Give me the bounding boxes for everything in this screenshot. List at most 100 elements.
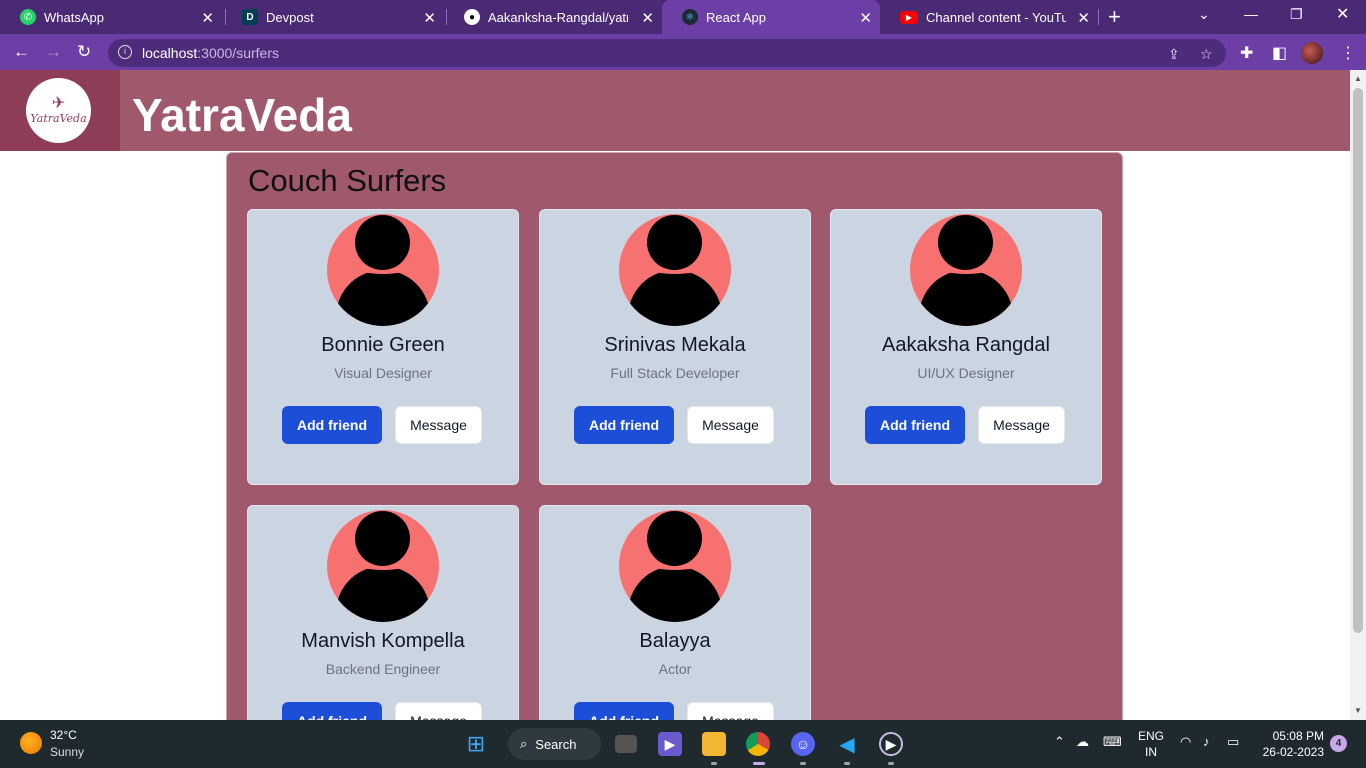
volume-icon[interactable]: ♪ <box>1203 734 1210 749</box>
profile-avatar[interactable] <box>1301 42 1323 64</box>
chrome-icon[interactable] <box>746 732 770 756</box>
page-title: Couch Surfers <box>248 163 447 198</box>
tab-separator <box>1098 9 1099 25</box>
react-icon: ⚛ <box>682 9 698 25</box>
weather-temp: 32°C <box>50 728 77 742</box>
surfer-card: Bonnie Green Visual Designer Add friend … <box>247 209 519 485</box>
menu-icon[interactable]: ⋮ <box>1340 43 1356 63</box>
surfer-card: Aakaksha Rangdal UI/UX Designer Add frie… <box>830 209 1102 485</box>
avatar <box>619 214 731 326</box>
language-indicator[interactable]: ENG IN <box>1138 728 1164 760</box>
minimize-button[interactable]: — <box>1244 6 1258 22</box>
site-info-icon[interactable]: i <box>118 45 132 59</box>
message-button[interactable]: Message <box>395 406 482 444</box>
taskbar-search[interactable]: ⌕ Search <box>508 728 601 760</box>
notification-badge[interactable]: 4 <box>1330 735 1347 752</box>
avatar <box>910 214 1022 326</box>
wifi-icon[interactable]: ◠ <box>1180 734 1191 750</box>
tab-title: Channel content - YouTube S <box>926 9 1066 25</box>
page-viewport: ✈ YatraVeda YatraVeda Couch Surfers Bonn… <box>0 70 1350 720</box>
youtube-icon: ▶ <box>900 10 918 24</box>
address-bar: ← → ↻ i localhost:3000/surfers ⇪ ☆ <box>0 34 1366 70</box>
scroll-thumb[interactable] <box>1353 88 1363 633</box>
teams-meet-icon[interactable]: ▶ <box>658 732 682 756</box>
tab-youtube[interactable]: ▶ Channel content - YouTube S ✕ <box>880 0 1098 34</box>
message-button[interactable]: Message <box>978 406 1065 444</box>
surfer-card: Manvish Kompella Backend Engineer Add fr… <box>247 505 519 720</box>
windows-start-icon[interactable]: ⊞ <box>464 731 488 756</box>
logo-text: YatraVeda <box>30 112 87 125</box>
reload-icon[interactable]: ↻ <box>77 42 91 62</box>
message-button[interactable]: Message <box>687 702 774 720</box>
close-icon[interactable]: ✕ <box>641 9 654 27</box>
scroll-up-icon[interactable]: ▲ <box>1354 74 1362 83</box>
surfer-card: Balayya Actor Add friend Message <box>539 505 811 720</box>
close-icon[interactable]: ✕ <box>201 9 214 27</box>
whatsapp-icon: ✆ <box>20 9 36 25</box>
battery-icon[interactable]: ▭ <box>1227 734 1239 750</box>
add-friend-button[interactable]: Add friend <box>282 702 382 720</box>
onedrive-icon[interactable]: ☁ <box>1076 734 1089 750</box>
site-header: ✈ YatraVeda YatraVeda <box>0 70 1350 151</box>
search-icon: ⌕ <box>520 736 528 751</box>
tab-github[interactable]: ● Aakanksha-Rangdal/yatra-ve ✕ <box>444 0 662 34</box>
message-button[interactable]: Message <box>395 702 482 720</box>
bookmark-star-icon[interactable]: ☆ <box>1200 46 1213 63</box>
extensions-icon[interactable]: ✚ <box>1240 43 1253 63</box>
search-label: Search <box>535 736 577 752</box>
file-explorer-icon[interactable] <box>702 732 726 756</box>
tab-devpost[interactable]: D Devpost ✕ <box>222 0 444 34</box>
url-path: :3000/surfers <box>197 45 279 61</box>
vscode-icon[interactable]: ◀ <box>835 732 859 756</box>
surfer-card: Srinivas Mekala Full Stack Developer Add… <box>539 209 811 485</box>
tab-title: Devpost <box>266 9 314 25</box>
surfer-name: Manvish Kompella <box>301 630 465 652</box>
scroll-down-icon[interactable]: ▼ <box>1354 706 1362 715</box>
close-icon[interactable]: ✕ <box>859 9 872 27</box>
new-tab-button[interactable]: + <box>1108 4 1121 30</box>
message-button[interactable]: Message <box>687 406 774 444</box>
url-host: localhost <box>142 45 198 61</box>
close-icon[interactable]: ✕ <box>1077 9 1090 27</box>
page-scrollbar[interactable]: ▲ ▼ <box>1350 70 1366 720</box>
surfer-name: Bonnie Green <box>321 334 445 356</box>
discord-icon[interactable]: ☺ <box>791 732 815 756</box>
back-icon[interactable]: ← <box>13 42 30 62</box>
task-view-icon[interactable] <box>615 735 637 753</box>
site-logo[interactable]: ✈ YatraVeda <box>26 78 91 143</box>
tab-title: Aakanksha-Rangdal/yatra-ve <box>488 9 628 25</box>
logo-container: ✈ YatraVeda <box>0 70 120 151</box>
surfer-role: Full Stack Developer <box>610 365 740 381</box>
add-friend-button[interactable]: Add friend <box>865 406 965 444</box>
url-field[interactable]: i localhost:3000/surfers ⇪ ☆ <box>108 39 1226 67</box>
tab-search-icon[interactable]: ⌄ <box>1198 6 1210 23</box>
github-icon: ● <box>464 9 480 25</box>
side-panel-icon[interactable]: ◧ <box>1272 43 1287 63</box>
clock[interactable]: 05:08 PM 26-02-2023 <box>1258 728 1324 760</box>
surfer-name: Srinivas Mekala <box>604 334 746 356</box>
tab-whatsapp[interactable]: ✆ WhatsApp ✕ <box>0 0 222 34</box>
weather-sun-icon[interactable] <box>20 732 42 754</box>
plane-icon: ✈ <box>51 95 66 112</box>
add-friend-button[interactable]: Add friend <box>282 406 382 444</box>
tab-react-app[interactable]: ⚛ React App ✕ <box>662 0 880 34</box>
avatar <box>619 510 731 622</box>
forward-icon[interactable]: → <box>45 42 62 62</box>
add-friend-button[interactable]: Add friend <box>574 702 674 720</box>
chevron-up-icon[interactable]: ⌃ <box>1054 734 1065 750</box>
add-friend-button[interactable]: Add friend <box>574 406 674 444</box>
media-player-icon[interactable]: ▶ <box>879 732 903 756</box>
keyboard-icon[interactable]: ⌨ <box>1103 734 1122 750</box>
close-icon[interactable]: ✕ <box>423 9 436 27</box>
tab-title: WhatsApp <box>44 9 104 25</box>
clock-time: 05:08 PM <box>1272 729 1324 743</box>
avatar <box>327 214 439 326</box>
running-indicator <box>844 762 850 765</box>
share-icon[interactable]: ⇪ <box>1168 46 1180 63</box>
close-window-button[interactable]: ✕ <box>1336 4 1349 24</box>
surfer-name: Aakaksha Rangdal <box>882 334 1050 356</box>
surfer-name: Balayya <box>639 630 711 652</box>
avatar <box>327 510 439 622</box>
restore-button[interactable]: ❐ <box>1290 6 1303 23</box>
running-indicator <box>711 762 717 765</box>
